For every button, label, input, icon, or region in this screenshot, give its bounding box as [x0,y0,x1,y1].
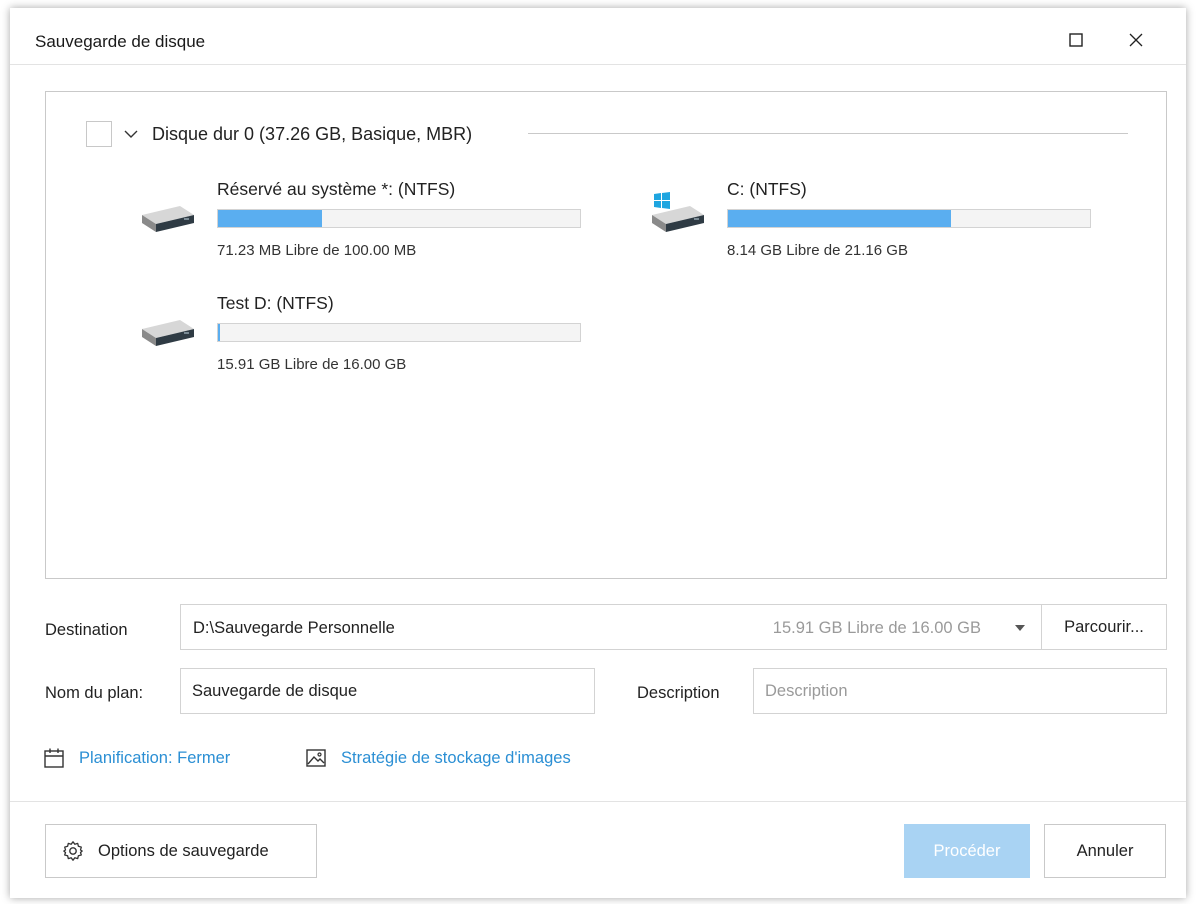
backup-options-button[interactable]: Options de sauvegarde [45,824,317,878]
maximize-button[interactable] [1056,22,1096,58]
windows-logo-icon [654,192,670,209]
plan-name-input[interactable] [180,668,595,714]
close-icon [1129,33,1143,47]
usage-bar [217,209,581,228]
hard-drive-icon [142,320,194,346]
maximize-icon [1069,33,1083,47]
partition-free-space: 71.23 MB Libre de 100.00 MB [217,242,417,259]
cancel-button[interactable]: Annuler [1044,824,1166,878]
proceed-button[interactable]: Procéder [904,824,1030,878]
destination-select[interactable]: D:\Sauvegarde Personnelle 15.91 GB Libre… [180,604,1042,650]
partition-c[interactable]: C: (NTFS) 8.14 GB Libre de 21.16 GB [646,179,1106,269]
disk-checkbox[interactable] [86,121,112,147]
usage-bar [727,209,1091,228]
footer-divider [10,801,1186,802]
backup-options-label: Options de sauvegarde [98,841,269,860]
gear-icon [63,841,83,861]
usage-bar-fill [218,210,323,227]
partition-name: Test D: (NTFS) [217,293,334,313]
close-button[interactable] [1116,22,1156,58]
usage-bar-fill [728,210,951,227]
disk-backup-dialog: Sauvegarde de disque Disque dur 0 (37.26… [10,8,1186,898]
window-title: Sauvegarde de disque [35,32,206,51]
partition-name: C: (NTFS) [727,179,807,199]
chevron-down-icon[interactable] [124,127,138,141]
schedule-link-text: Planification: Fermer [79,748,231,767]
destination-label: Destination [45,621,128,639]
description-input[interactable] [753,668,1167,714]
divider [528,133,1128,134]
title-bar: Sauvegarde de disque [10,8,1186,65]
schedule-link[interactable]: Planification: Fermer [43,747,230,769]
image-storage-link[interactable]: Stratégie de stockage d'images [305,747,571,769]
windows-drive-icon [652,192,704,232]
browse-button[interactable]: Parcourir... [1041,604,1167,650]
usage-bar [217,323,581,342]
partition-name: Réservé au système *: (NTFS) [217,179,456,199]
partition-free-space: 8.14 GB Libre de 21.16 GB [727,242,908,259]
disk-panel: Disque dur 0 (37.26 GB, Basique, MBR) Ré… [45,91,1167,579]
description-label: Description [637,684,720,702]
partition-test-d[interactable]: Test D: (NTFS) 15.91 GB Libre de 16.00 G… [136,293,596,383]
disk-header-label: Disque dur 0 (37.26 GB, Basique, MBR) [152,124,473,144]
image-icon [306,749,326,767]
image-storage-link-text: Stratégie de stockage d'images [341,748,571,767]
partition-free-space: 15.91 GB Libre de 16.00 GB [217,356,407,373]
calendar-icon [44,748,64,768]
hard-drive-icon [142,206,194,232]
partition-system-reserved[interactable]: Réservé au système *: (NTFS) 71.23 MB Li… [136,179,596,269]
destination-free-space: 15.91 GB Libre de 16.00 GB [772,619,981,637]
dropdown-arrow-icon [1015,625,1025,631]
plan-name-label: Nom du plan: [45,684,144,702]
destination-path: D:\Sauvegarde Personnelle [193,619,395,637]
usage-bar-fill [218,324,221,341]
